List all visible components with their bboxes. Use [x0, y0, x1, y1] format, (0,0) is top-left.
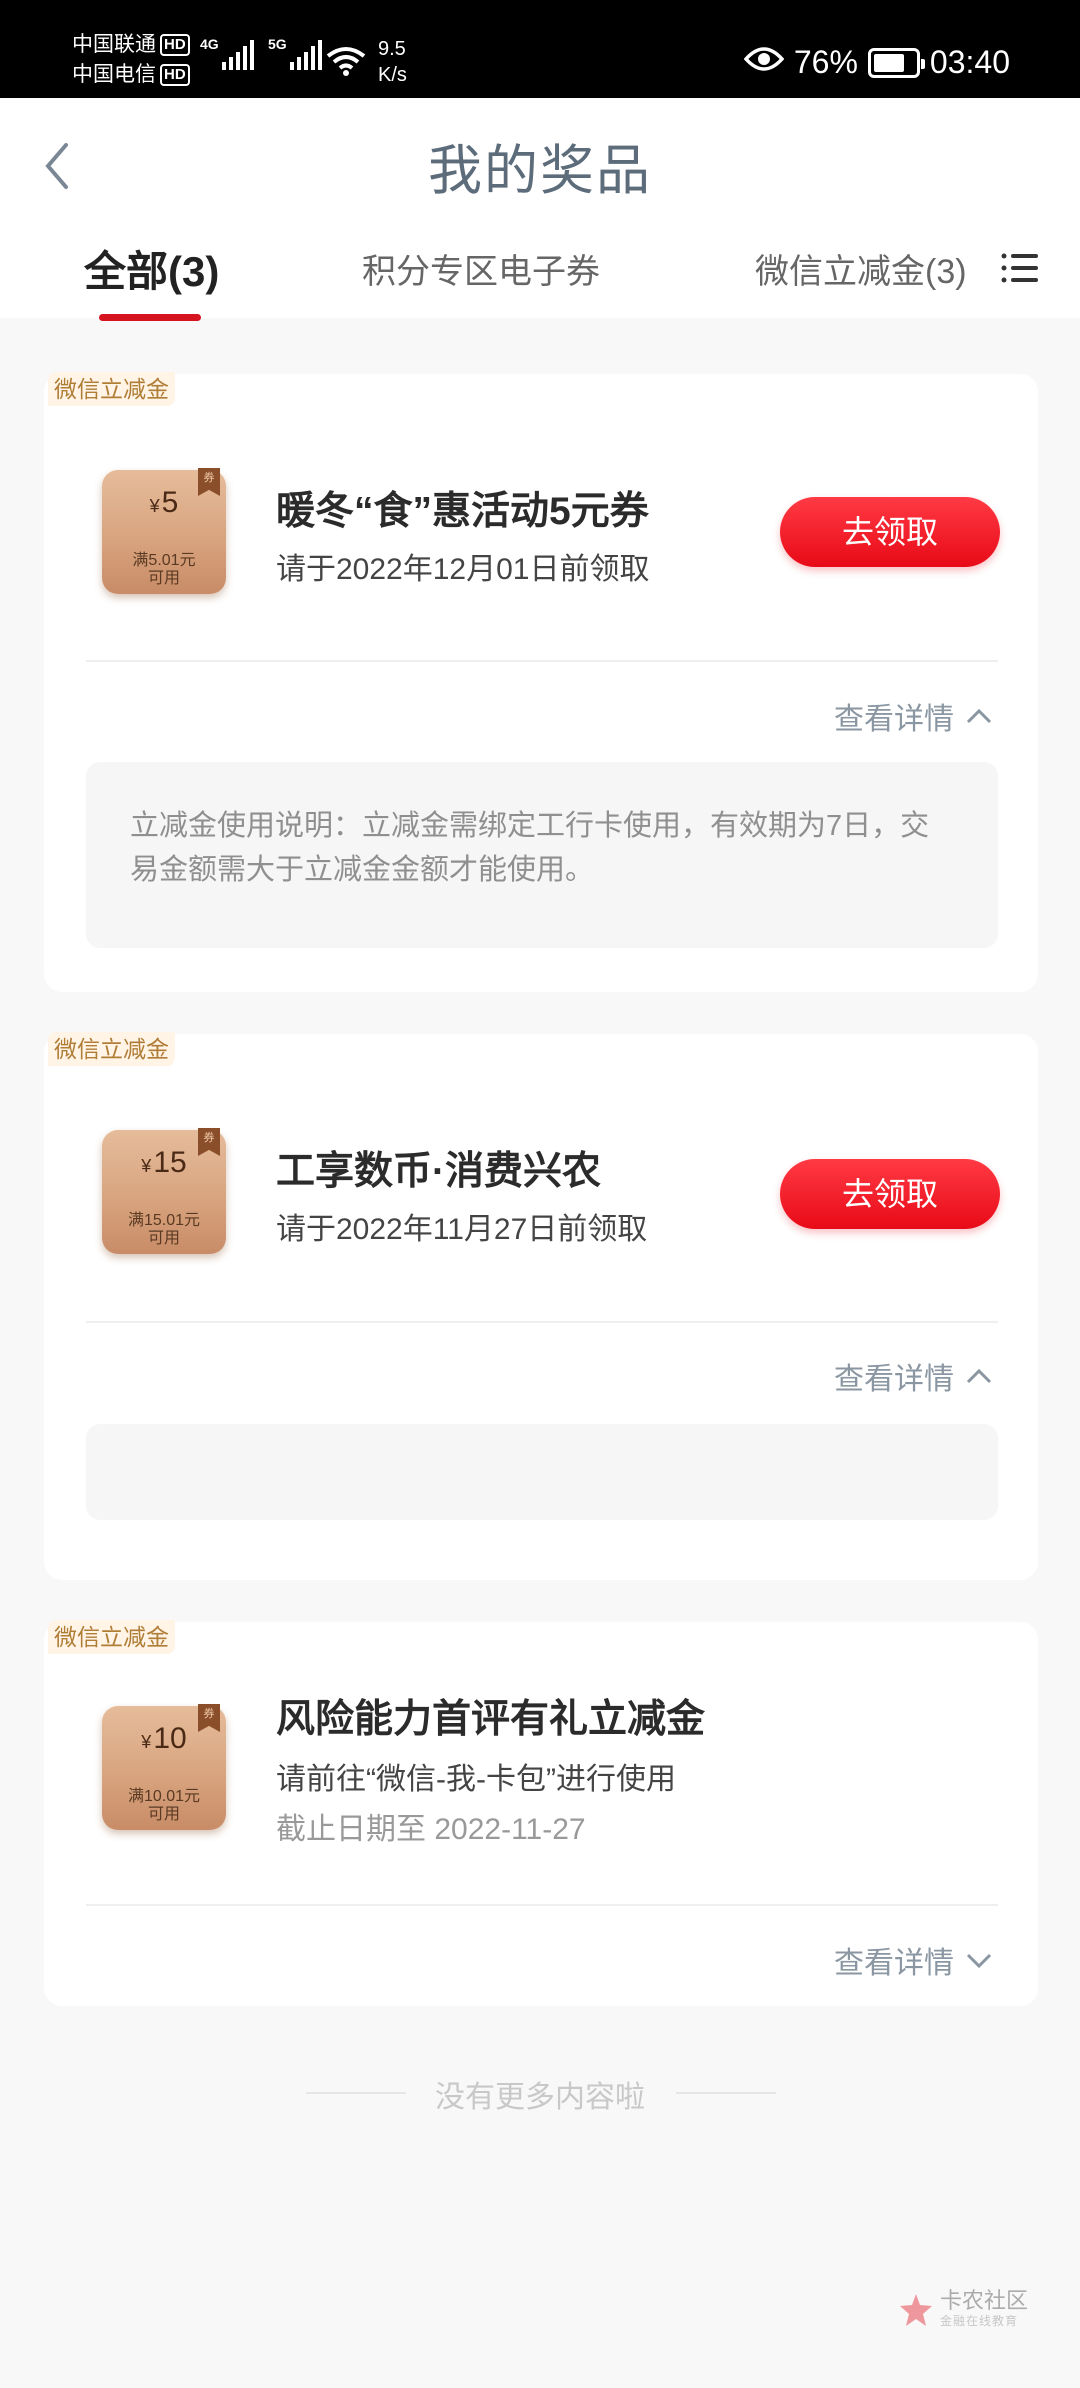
prize-title: 暖冬“食”惠活动5元券 — [276, 490, 649, 533]
coupon-amount: ¥10 — [141, 1722, 187, 1755]
eye-icon — [743, 44, 785, 81]
clock: 03:40 — [929, 44, 1010, 80]
watermark-tagline: 金融在线教育 — [940, 2314, 1019, 2328]
signal-icons: 4G 5G — [200, 36, 322, 70]
list-menu-icon — [1001, 253, 1038, 283]
no-more-content: 没有更多内容啦 — [435, 2081, 645, 2114]
claim-button[interactable]: 去领取 — [780, 1159, 1000, 1229]
prize-deadline: 请于2022年12月01日前领取 — [276, 553, 650, 586]
details-toggle[interactable]: 查看详情 — [834, 1938, 992, 1982]
hd-badge: HD — [160, 34, 190, 57]
carrier-2: 中国电信 — [72, 63, 156, 86]
prize-usage: 请前往“微信-我-卡包”进行使用 — [276, 1763, 676, 1796]
chevron-up-icon — [966, 1368, 992, 1384]
page-title: 我的奖品 — [428, 141, 652, 201]
prize-title: 风险能力首评有礼立减金 — [276, 1698, 706, 1741]
coupon-thumbnail: 券 ¥15 满15.01元 可用 — [102, 1128, 226, 1254]
details-toggle[interactable]: 查看详情 — [834, 1354, 992, 1398]
carrier-1: 中国联通 — [72, 33, 156, 56]
coupon-thumbnail: 券 ¥5 满5.01元 可用 — [102, 468, 226, 594]
wifi-icon — [326, 46, 366, 81]
signal-5g-icon: 5G — [268, 36, 322, 70]
coupon-amount: ¥5 — [149, 486, 179, 519]
card-tag: 微信立减金 — [48, 1620, 175, 1654]
tab-all[interactable]: 全部(3) — [84, 238, 219, 299]
active-tab-indicator — [99, 314, 201, 321]
battery-percent: 76% — [793, 44, 858, 80]
prize-card: 微信立减金 券 ¥5 满5.01元 可用 暖冬“食”惠活动5元券 请于2022年1… — [44, 372, 1038, 992]
battery-icon — [867, 47, 925, 78]
chevron-up-icon — [966, 708, 992, 724]
details-toggle[interactable]: 查看详情 — [834, 694, 992, 738]
coupon-condition: 满10.01元 可用 — [127, 1788, 201, 1823]
divider — [676, 2092, 776, 2094]
signal-4g-icon: 4G — [200, 36, 254, 70]
network-speed: 9.5 K/s — [378, 38, 407, 86]
claim-button[interactable]: 去领取 — [780, 497, 1000, 567]
divider — [86, 1321, 998, 1323]
tab-points-coupons[interactable]: 积分专区电子券 — [362, 244, 600, 293]
status-bar: 中国联通 HD 中国电信 HD 4G 5G 9.5 K/s 76% 03:40 — [0, 0, 1080, 98]
description-box — [86, 1424, 998, 1520]
divider — [86, 1904, 998, 1906]
coupon-condition: 满15.01元 可用 — [127, 1212, 201, 1247]
description-box: 立减金使用说明：立减金需绑定工行卡使用，有效期为7日，交易金额需大于立减金金额才… — [86, 762, 998, 948]
divider — [86, 660, 998, 662]
menu-button[interactable] — [1000, 248, 1040, 288]
description-text — [86, 1424, 998, 1508]
prize-expiry: 截止日期至 2022-11-27 — [276, 1813, 586, 1846]
watermark: 卡农社区 金融在线教育 — [898, 2290, 1028, 2329]
tab-bar: 全部(3) 积分专区电子券 微信立减金(3) — [0, 226, 1080, 321]
prize-card: 微信立减金 券 ¥15 满15.01元 可用 工享数币·消费兴农 请于2022年1… — [44, 1032, 1038, 1580]
carrier-info: 中国联通 HD 中国电信 HD — [72, 30, 190, 90]
chevron-down-icon — [966, 1953, 992, 1968]
coupon-amount: ¥15 — [141, 1146, 187, 1179]
watermark-logo-icon — [900, 2293, 932, 2326]
card-tag: 微信立减金 — [48, 1032, 175, 1066]
prize-card: 微信立减金 券 ¥10 满10.01元 可用 风险能力首评有礼立减金 请前往“微信… — [44, 1620, 1038, 2006]
header: 我的奖品 全部(3) 积分专区电子券 微信立减金(3) — [0, 98, 1080, 321]
tab-wechat-cash[interactable]: 微信立减金(3) — [755, 244, 967, 293]
hd-badge: HD — [160, 64, 190, 87]
card-tag: 微信立减金 — [48, 372, 175, 406]
coupon-thumbnail: 券 ¥10 满10.01元 可用 — [102, 1704, 226, 1830]
prize-title: 工享数币·消费兴农 — [276, 1150, 601, 1193]
description-text: 立减金使用说明：立减金需绑定工行卡使用，有效期为7日，交易金额需大于立减金金额才… — [130, 810, 930, 886]
watermark-name: 卡农社区 — [940, 2288, 1029, 2313]
coupon-condition: 满5.01元 可用 — [132, 552, 196, 587]
prize-deadline: 请于2022年11月27日前领取 — [276, 1213, 648, 1246]
